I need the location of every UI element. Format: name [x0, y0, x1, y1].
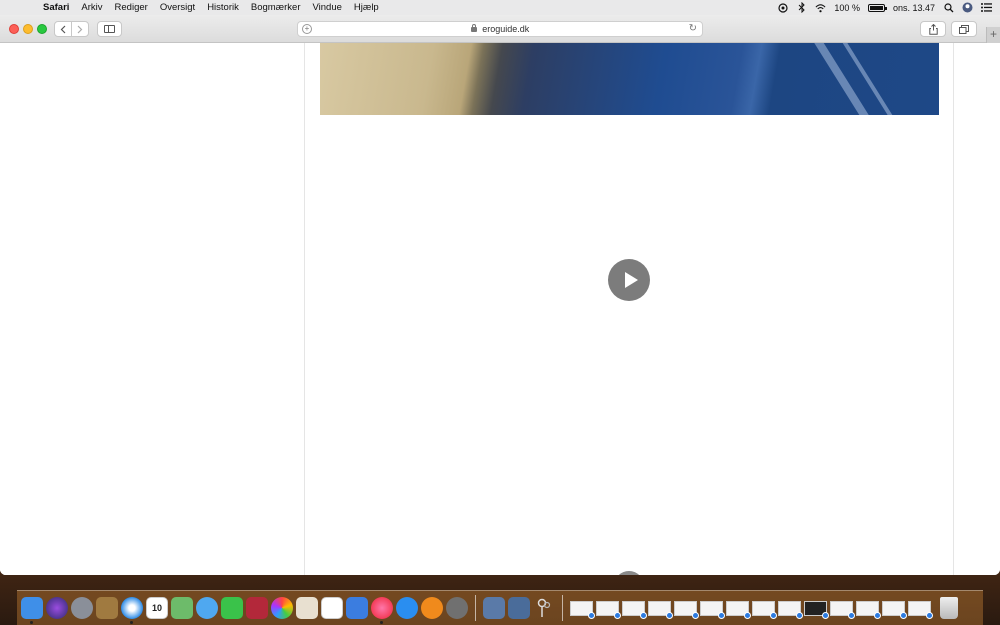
minimized-window-2[interactable] [596, 600, 621, 619]
play-icon [624, 272, 638, 288]
minimized-window-1[interactable] [570, 600, 595, 619]
article-column [305, 43, 954, 575]
menu-arkiv[interactable]: Arkiv [75, 0, 108, 15]
menu-rediger[interactable]: Rediger [109, 0, 154, 15]
dock-separator [475, 595, 476, 621]
finder-icon[interactable] [21, 597, 43, 624]
sidebar-toggle-button[interactable] [97, 21, 122, 37]
wifi-icon[interactable] [815, 2, 826, 13]
forward-button[interactable] [71, 21, 89, 37]
minimized-window-11[interactable] [830, 600, 855, 619]
menu-items: Safari Arkiv Rediger Oversigt Historik B… [37, 0, 385, 15]
sidebar-icon [104, 25, 115, 33]
menu-bogmaerker[interactable]: Bogmærker [245, 0, 307, 15]
minimized-window-4[interactable] [648, 600, 673, 619]
menu-oversigt[interactable]: Oversigt [154, 0, 201, 15]
contacts-icon[interactable] [96, 597, 118, 619]
photo-booth-icon[interactable] [246, 597, 268, 619]
chevron-left-icon [60, 25, 66, 33]
window-fullscreen-button[interactable] [37, 24, 47, 34]
safari-window: + eroguide.dk ↻ + [0, 15, 1000, 575]
minimized-window-12[interactable] [856, 600, 881, 619]
facetime-icon[interactable] [221, 597, 243, 619]
share-button[interactable] [920, 21, 946, 37]
siri-icon[interactable] [46, 597, 68, 619]
battery-percent: 100 % [834, 2, 860, 13]
calendar-icon[interactable]: 10 [146, 597, 168, 619]
app-store-icon[interactable] [396, 597, 418, 619]
page-content [0, 43, 1000, 575]
system-preferences-icon[interactable] [446, 597, 468, 619]
left-column [0, 43, 305, 575]
minimized-window-13[interactable] [882, 600, 907, 619]
minimized-window-9[interactable] [778, 600, 803, 619]
minimized-window-3[interactable] [622, 600, 647, 619]
browser-toolbar: + eroguide.dk ↻ + [0, 15, 1000, 43]
dock-separator-2 [562, 595, 563, 621]
reload-icon[interactable]: ↻ [689, 23, 697, 34]
photos-icon[interactable] [271, 597, 293, 619]
video-play-button[interactable] [608, 259, 650, 301]
back-button[interactable] [54, 21, 72, 37]
tabs-icon [959, 24, 969, 34]
menu-historik[interactable]: Historik [201, 0, 245, 15]
keynote-icon[interactable] [346, 597, 368, 619]
battery-icon[interactable] [867, 3, 887, 12]
dock: 10 [17, 590, 983, 625]
menu-app-safari[interactable]: Safari [37, 0, 75, 15]
url-text: eroguide.dk [482, 24, 530, 34]
video-play-button-partial[interactable] [614, 571, 644, 575]
screenshot-app-icon[interactable] [483, 597, 505, 619]
window-minimize-button[interactable] [23, 24, 33, 34]
minimized-window-6[interactable] [700, 600, 725, 619]
share-icon [928, 23, 938, 35]
user-avatar-icon[interactable] [962, 2, 973, 13]
keychain-access-icon[interactable] [533, 597, 555, 619]
tab-overview-button[interactable] [951, 21, 977, 37]
minimized-window-5[interactable] [674, 600, 699, 619]
vpn-icon[interactable] [777, 2, 788, 13]
chevron-right-icon [77, 25, 83, 33]
minimized-window-7[interactable] [726, 600, 751, 619]
menu-vindue[interactable]: Vindue [306, 0, 347, 15]
notification-center-icon[interactable] [981, 2, 992, 13]
image-capture-icon[interactable] [508, 597, 530, 619]
launchpad-icon[interactable] [71, 597, 93, 619]
menu-bar: Safari Arkiv Rediger Oversigt Historik B… [0, 0, 1000, 15]
minimized-window-8[interactable] [752, 600, 777, 619]
spotlight-search-icon[interactable] [943, 2, 954, 13]
menubar-clock[interactable]: ons. 13.47 [893, 3, 935, 13]
minimized-window-10[interactable] [804, 600, 829, 619]
lock-icon [470, 24, 477, 32]
itunes-icon[interactable] [371, 597, 393, 624]
menu-hjaelp[interactable]: Hjælp [348, 0, 385, 15]
safari-icon[interactable] [121, 597, 143, 624]
minimized-window-14[interactable] [908, 600, 933, 619]
article-photo [320, 43, 939, 115]
messages-icon[interactable] [196, 597, 218, 619]
address-bar[interactable]: + eroguide.dk ↻ [297, 21, 703, 37]
status-area: 100 % ons. 13.47 [777, 0, 992, 15]
books-icon[interactable] [421, 597, 443, 619]
bluetooth-icon[interactable] [796, 2, 807, 13]
trash-icon[interactable] [940, 597, 958, 619]
new-tab-button[interactable]: + [986, 27, 1000, 43]
maps-icon[interactable] [171, 597, 193, 619]
preview-icon[interactable] [296, 597, 318, 619]
window-close-button[interactable] [9, 24, 19, 34]
numbers-icon[interactable] [321, 597, 343, 619]
